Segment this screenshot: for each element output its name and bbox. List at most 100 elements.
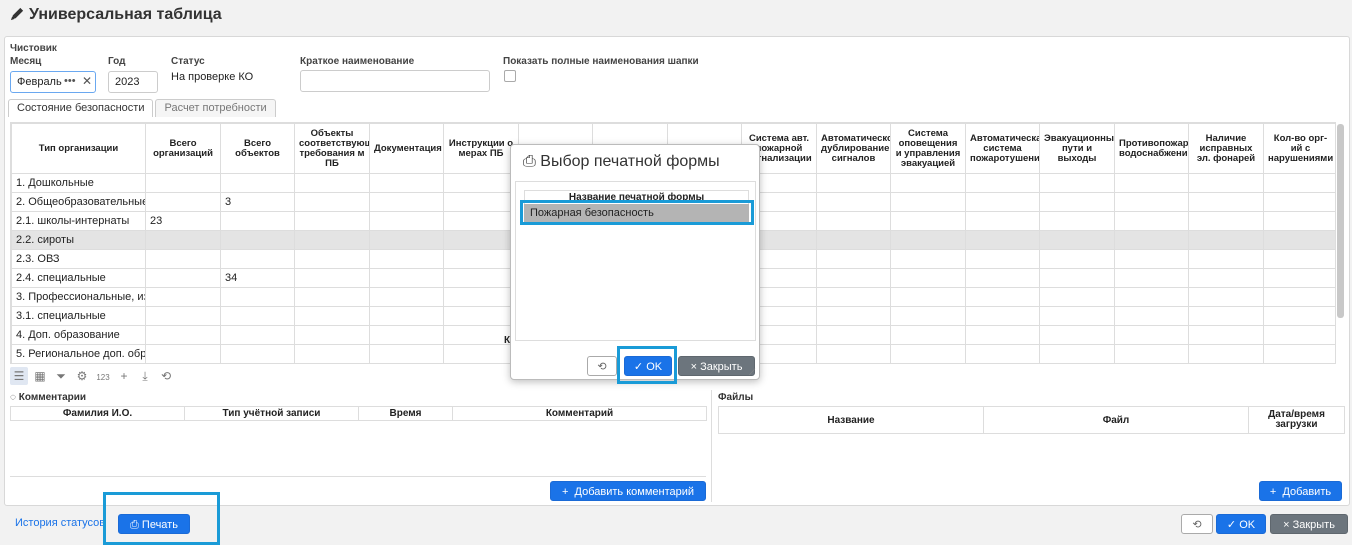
grid-view-icon[interactable]: ▦ <box>31 367 49 385</box>
cell-total-orgs[interactable]: 23 <box>145 211 221 231</box>
number-format-icon[interactable]: 123 <box>94 369 112 387</box>
col-compliant-objects[interactable]: Объекты соответствующие требования м ПБ <box>294 123 370 174</box>
resize-handle-icon[interactable]: ⟋ <box>749 367 755 378</box>
table-cell[interactable] <box>294 268 370 288</box>
cell-org-type[interactable]: 2.1. школы-интернаты <box>11 211 146 231</box>
table-cell[interactable] <box>1188 211 1264 231</box>
cell-total-orgs[interactable] <box>145 173 221 193</box>
table-cell[interactable] <box>443 344 519 363</box>
tab-needs-calc[interactable]: Расчет потребности <box>155 99 276 117</box>
footer-refresh-button[interactable]: ⟲ <box>1181 514 1213 534</box>
table-cell[interactable] <box>294 249 370 269</box>
dialog-close-button[interactable]: × Закрыть <box>678 356 755 376</box>
comments-col-account-type[interactable]: Тип учётной записи <box>184 406 359 421</box>
cell-total-objects[interactable] <box>220 173 295 193</box>
cell-total-objects[interactable] <box>220 306 295 326</box>
table-cell[interactable] <box>965 173 1040 193</box>
table-cell[interactable] <box>1039 344 1115 363</box>
table-cell[interactable] <box>294 344 370 363</box>
table-cell[interactable] <box>443 306 519 326</box>
cell-total-orgs[interactable] <box>145 325 221 345</box>
table-cell[interactable] <box>1114 344 1189 363</box>
col-documentation[interactable]: Документация <box>369 123 444 174</box>
table-cell[interactable] <box>443 211 519 231</box>
table-cell[interactable] <box>294 230 370 250</box>
month-field[interactable]: Февраль ••• ✕ <box>10 71 96 93</box>
cell-org-type[interactable]: 2. Общеобразовательные <box>11 192 146 212</box>
table-cell[interactable] <box>1263 344 1335 363</box>
table-cell[interactable] <box>890 249 966 269</box>
table-cell[interactable] <box>294 211 370 231</box>
table-cell[interactable] <box>1263 325 1335 345</box>
table-cell[interactable] <box>443 230 519 250</box>
table-cell[interactable] <box>1263 173 1335 193</box>
table-cell[interactable] <box>1188 249 1264 269</box>
col-lights[interactable]: Наличие исправных эл. фонарей <box>1188 123 1264 174</box>
table-cell[interactable] <box>1114 306 1189 326</box>
comments-col-time[interactable]: Время <box>358 406 453 421</box>
comments-col-comment[interactable]: Комментарий <box>452 406 707 421</box>
table-cell[interactable] <box>1188 268 1264 288</box>
gear-icon[interactable]: ⚙ <box>73 367 91 385</box>
table-cell[interactable] <box>890 173 966 193</box>
col-water-supply[interactable]: Противопожарное водоснабжение <box>1114 123 1189 174</box>
table-cell[interactable] <box>1188 306 1264 326</box>
files-col-file[interactable]: Файл <box>983 406 1249 434</box>
table-cell[interactable] <box>816 268 891 288</box>
table-cell[interactable] <box>1039 325 1115 345</box>
table-cell[interactable] <box>965 211 1040 231</box>
cell-total-objects[interactable] <box>220 230 295 250</box>
cell-total-orgs[interactable] <box>145 192 221 212</box>
table-cell[interactable] <box>1039 306 1115 326</box>
table-cell[interactable] <box>965 306 1040 326</box>
refresh-icon[interactable]: ⟲ <box>157 367 175 385</box>
table-cell[interactable] <box>443 249 519 269</box>
table-cell[interactable] <box>1263 192 1335 212</box>
table-cell[interactable] <box>1263 268 1335 288</box>
table-cell[interactable] <box>294 192 370 212</box>
table-cell[interactable] <box>1039 249 1115 269</box>
table-cell[interactable] <box>369 173 444 193</box>
status-history-link[interactable]: История статусов <box>15 517 105 529</box>
files-col-name[interactable]: Название <box>718 406 984 434</box>
table-cell[interactable] <box>1039 287 1115 307</box>
table-cell[interactable] <box>816 287 891 307</box>
table-cell[interactable] <box>965 249 1040 269</box>
table-cell[interactable] <box>965 268 1040 288</box>
clear-icon[interactable]: ✕ <box>82 74 92 88</box>
col-fire-instructions[interactable]: Инструкции о мерах ПБ <box>443 123 519 174</box>
table-cell[interactable] <box>890 192 966 212</box>
cell-total-orgs[interactable] <box>145 287 221 307</box>
table-cell[interactable] <box>1263 287 1335 307</box>
table-cell[interactable] <box>294 287 370 307</box>
cell-total-objects[interactable] <box>220 344 295 363</box>
cell-total-orgs[interactable] <box>145 268 221 288</box>
table-cell[interactable] <box>369 344 444 363</box>
table-cell[interactable] <box>890 325 966 345</box>
table-cell[interactable] <box>1039 192 1115 212</box>
year-field[interactable]: 2023 <box>108 71 158 93</box>
table-cell[interactable] <box>1188 230 1264 250</box>
table-cell[interactable] <box>890 306 966 326</box>
cell-org-type[interactable]: 2.4. специальные <box>11 268 146 288</box>
footer-ok-button[interactable]: ✓ OK <box>1216 514 1266 534</box>
cell-total-orgs[interactable] <box>145 344 221 363</box>
add-comment-button[interactable]: + Добавить комментарий <box>550 481 706 501</box>
table-cell[interactable] <box>1114 268 1189 288</box>
cell-total-objects[interactable]: 34 <box>220 268 295 288</box>
table-cell[interactable] <box>816 344 891 363</box>
table-cell[interactable] <box>816 192 891 212</box>
table-cell[interactable] <box>816 249 891 269</box>
table-cell[interactable] <box>369 211 444 231</box>
table-cell[interactable] <box>294 306 370 326</box>
table-cell[interactable] <box>369 268 444 288</box>
table-cell[interactable] <box>816 230 891 250</box>
cell-org-type[interactable]: 5. Региональное доп. обр <box>11 344 146 363</box>
table-cell[interactable] <box>890 287 966 307</box>
table-cell[interactable] <box>1263 306 1335 326</box>
table-cell[interactable] <box>369 192 444 212</box>
cell-total-orgs[interactable] <box>145 306 221 326</box>
table-cell[interactable] <box>369 230 444 250</box>
table-cell[interactable] <box>816 306 891 326</box>
table-cell[interactable] <box>1263 230 1335 250</box>
